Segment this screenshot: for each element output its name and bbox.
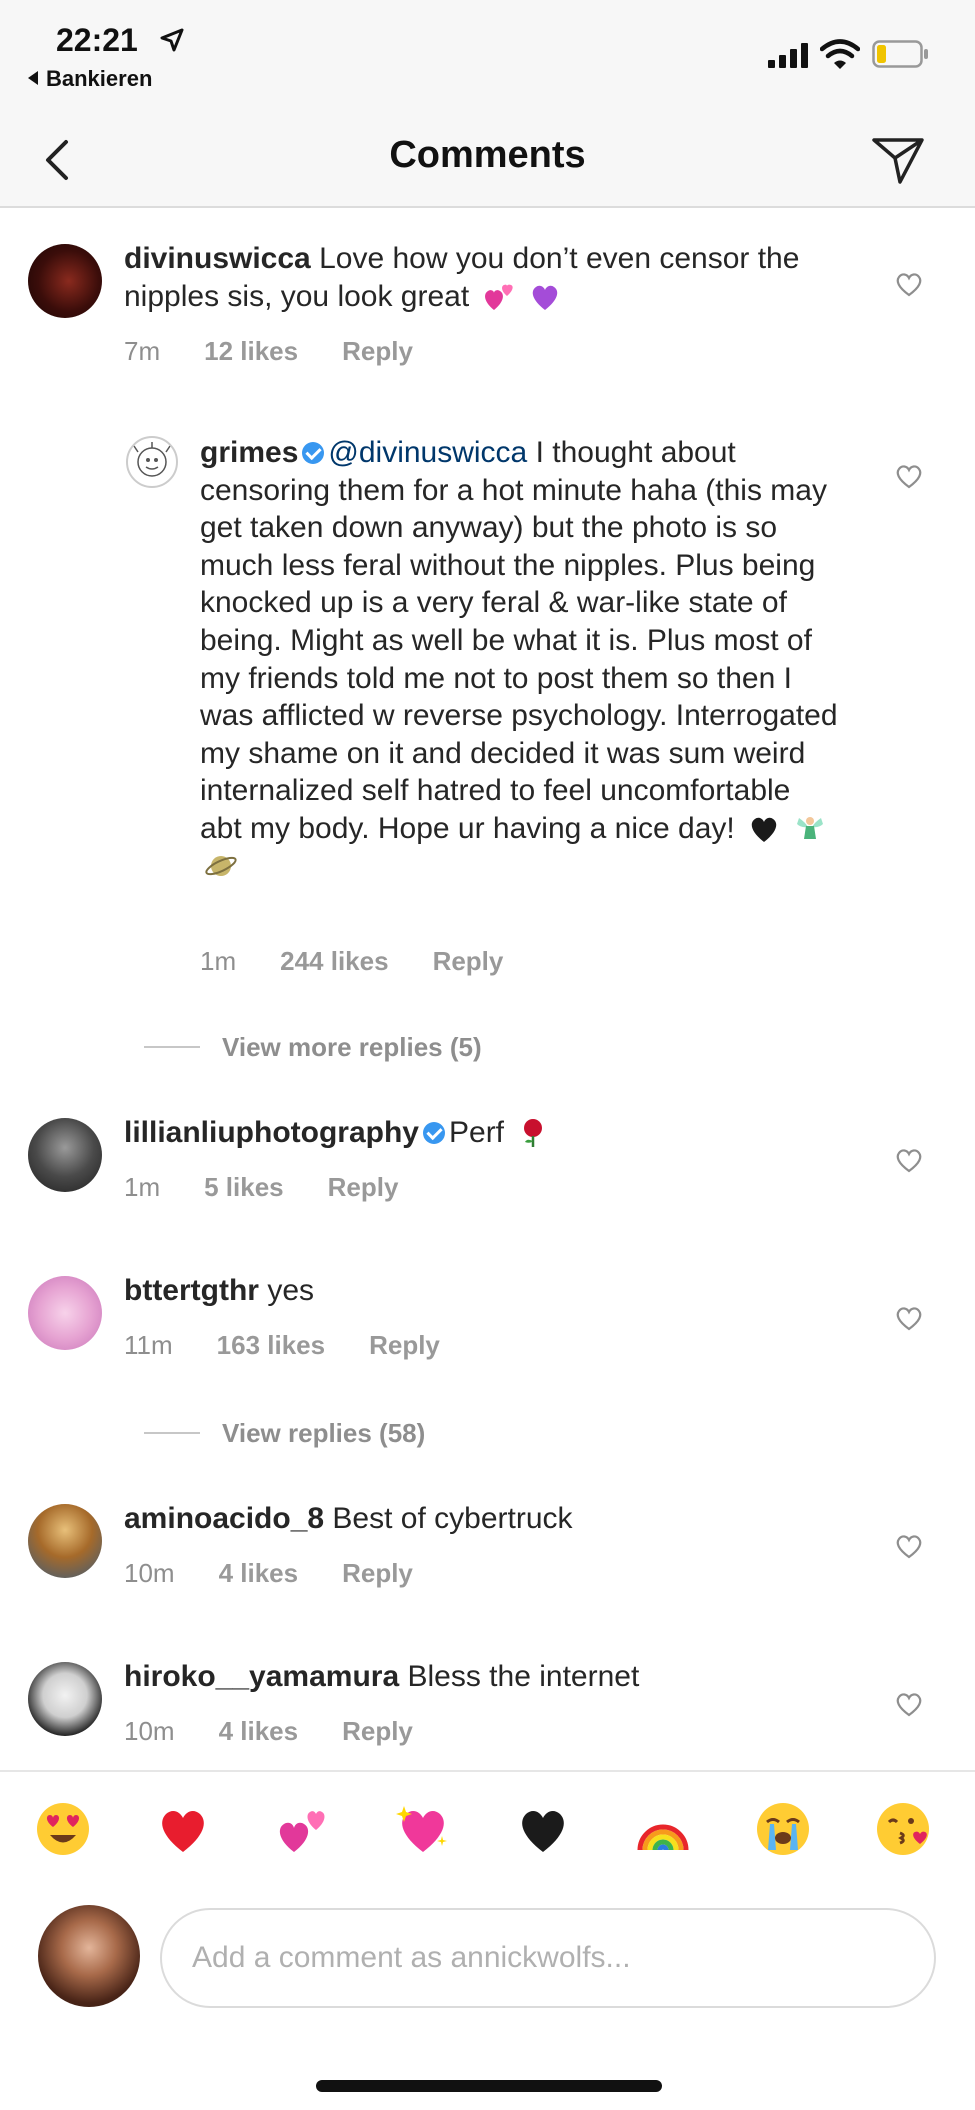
reply-button[interactable]: Reply xyxy=(369,1330,440,1360)
comment-time: 10m xyxy=(124,1716,175,1746)
verified-badge-icon xyxy=(302,442,325,464)
crying-emoji-icon[interactable] xyxy=(754,1800,812,1858)
comment-meta: 7m 12 likes Reply xyxy=(124,336,457,367)
avatar[interactable] xyxy=(28,244,102,318)
red-heart-emoji-icon[interactable] xyxy=(154,1800,212,1858)
comment-time: 10m xyxy=(124,1558,175,1588)
comment-username[interactable]: grimes xyxy=(200,436,298,469)
home-indicator[interactable] xyxy=(316,2080,662,2092)
kissing-emoji-icon[interactable] xyxy=(874,1800,932,1858)
avatar[interactable] xyxy=(28,1504,102,1578)
comment-text: aminoacido_8 Best of cybertruck xyxy=(124,1500,844,1538)
avatar[interactable] xyxy=(28,1276,102,1350)
comment-body: Perf xyxy=(449,1116,505,1149)
black-heart-emoji-icon[interactable] xyxy=(514,1800,572,1858)
comment-body: I thought about censoring them for a hot… xyxy=(200,436,838,845)
comment-meta: 1m 244 likes Reply xyxy=(200,946,547,977)
comment-likes[interactable]: 4 likes xyxy=(219,1558,299,1588)
comment-body: yes xyxy=(267,1274,315,1307)
signal-icon xyxy=(768,43,808,68)
divider-line xyxy=(144,1046,200,1048)
comment-text: bttertgthr yes xyxy=(124,1272,844,1310)
comment-body: Best of cybertruck xyxy=(332,1502,573,1535)
comment-username[interactable]: bttertgthr xyxy=(124,1274,259,1307)
ringed-planet-emoji-icon xyxy=(205,855,237,876)
reply-button[interactable]: Reply xyxy=(342,1558,413,1588)
comment-text: hiroko__yamamura Bless the internet xyxy=(124,1658,844,1696)
status-bar: 22:21 Bankieren xyxy=(0,0,975,120)
back-app-label: Bankieren xyxy=(46,66,153,91)
two-hearts-emoji-icon[interactable] xyxy=(274,1800,332,1858)
view-more-label: View more replies (5) xyxy=(222,1032,482,1062)
comment-username[interactable]: hiroko__yamamura xyxy=(124,1660,399,1693)
page-title: Comments xyxy=(389,134,586,176)
comment-meta: 10m 4 likes Reply xyxy=(124,1558,457,1589)
like-heart-icon[interactable] xyxy=(894,462,924,490)
back-to-app-link[interactable]: Bankieren xyxy=(28,66,152,92)
nav-bar: Comments xyxy=(0,120,975,208)
comment-time: 7m xyxy=(124,336,161,366)
view-replies-button[interactable]: View replies (58) xyxy=(144,1418,425,1449)
reply-button[interactable]: Reply xyxy=(328,1172,399,1202)
back-triangle-icon xyxy=(28,71,38,85)
avatar[interactable] xyxy=(28,1662,102,1736)
rainbow-emoji-icon[interactable] xyxy=(634,1800,692,1858)
comment-likes[interactable]: 12 likes xyxy=(204,336,298,366)
comment-meta: 1m 5 likes Reply xyxy=(124,1172,442,1203)
comment-likes[interactable]: 163 likes xyxy=(217,1330,325,1360)
avatar[interactable] xyxy=(126,436,178,488)
battery-icon xyxy=(872,40,928,68)
verified-badge-icon xyxy=(423,1122,445,1144)
like-heart-icon[interactable] xyxy=(894,1532,924,1560)
comment-meta: 11m 163 likes Reply xyxy=(124,1330,484,1361)
current-user-avatar xyxy=(38,1905,140,2007)
comment-input[interactable] xyxy=(162,1910,934,2006)
comment-username[interactable]: aminoacido_8 xyxy=(124,1502,324,1535)
quick-emoji-bar xyxy=(0,1770,975,1890)
like-heart-icon[interactable] xyxy=(894,270,924,298)
avatar[interactable] xyxy=(28,1118,102,1192)
purple-heart-emoji-icon xyxy=(532,285,558,310)
location-arrow-icon xyxy=(160,28,184,52)
black-heart-emoji-icon xyxy=(751,817,777,842)
comment-time: 11m xyxy=(124,1330,173,1360)
reply-button[interactable]: Reply xyxy=(433,946,504,976)
comment-body: Bless the internet xyxy=(407,1660,640,1693)
fairy-emoji-icon xyxy=(797,816,824,839)
send-icon[interactable] xyxy=(868,130,928,190)
comment-text: grimes @divinuswicca I thought about cens… xyxy=(200,434,840,885)
comment-time: 1m xyxy=(124,1172,161,1202)
comment-time: 1m xyxy=(200,946,237,976)
comment-likes[interactable]: 4 likes xyxy=(219,1716,299,1746)
heart-eyes-emoji-icon[interactable] xyxy=(34,1800,92,1858)
two-hearts-emoji-icon xyxy=(484,284,513,310)
sparkling-heart-emoji-icon[interactable] xyxy=(394,1800,452,1858)
comment-text: lillianliuphotography Perf xyxy=(124,1114,844,1152)
wifi-icon xyxy=(820,39,860,69)
comment-likes[interactable]: 244 likes xyxy=(280,946,388,976)
avatar-sketch-icon xyxy=(133,442,171,477)
reply-button[interactable]: Reply xyxy=(342,1716,413,1746)
status-time: 22:21 xyxy=(56,22,138,58)
comment-likes[interactable]: 5 likes xyxy=(204,1172,284,1202)
view-more-replies-button[interactable]: View more replies (5) xyxy=(144,1032,482,1063)
like-heart-icon[interactable] xyxy=(894,1304,924,1332)
divider-line xyxy=(144,1432,200,1434)
comment-meta: 10m 4 likes Reply xyxy=(124,1716,457,1747)
rose-emoji-icon xyxy=(524,1119,543,1147)
comment-text: divinuswicca Love how you don’t even cen… xyxy=(124,240,844,315)
view-replies-label: View replies (58) xyxy=(222,1418,426,1448)
comment-mention[interactable]: @divinuswicca xyxy=(328,436,527,469)
comment-username[interactable]: divinuswicca xyxy=(124,242,311,275)
comment-input-container xyxy=(160,1908,936,2008)
like-heart-icon[interactable] xyxy=(894,1146,924,1174)
reply-button[interactable]: Reply xyxy=(342,336,413,366)
like-heart-icon[interactable] xyxy=(894,1690,924,1718)
comment-username[interactable]: lillianliuphotography xyxy=(124,1116,419,1149)
